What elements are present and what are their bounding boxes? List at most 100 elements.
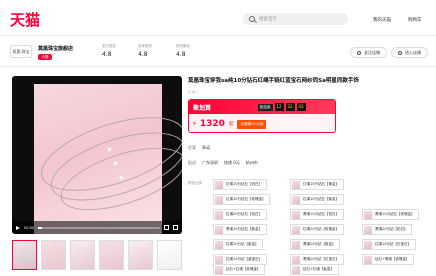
thumbnail[interactable] (70, 240, 95, 270)
option-swatch (364, 240, 372, 249)
option-label: 红绳10分钻石【玫瑰金】 (226, 197, 266, 201)
option-swatch (292, 210, 300, 219)
score-label: 物流服务 (176, 44, 190, 48)
product-video[interactable]: 00:00 (12, 76, 182, 234)
enter-shop-button[interactable]: 进入店铺 (391, 47, 428, 58)
ship-to[interactable]: 杭州市 (246, 160, 258, 166)
option-label: 钻石+红绳【玫瑰金】 (226, 267, 261, 271)
score-value: 4.8 (138, 51, 148, 58)
score-value: 4.8 (176, 51, 186, 58)
thumbnail[interactable] (157, 240, 182, 270)
diamond-icon (108, 148, 111, 151)
search-placeholder: 搜索宝贝 (259, 17, 277, 22)
coupon-badge[interactable]: 店铺满1200减 (237, 119, 267, 129)
thumbnail-strip (12, 240, 182, 270)
enter-shop-label: 进入店铺 (405, 50, 421, 55)
option-swatch (364, 255, 372, 264)
service-row: 优惠 承诺 (188, 145, 210, 151)
diamond-icon (114, 162, 117, 165)
option-label: 红绳10分钻石【铂白】 (226, 182, 262, 186)
score-description: 宝贝描述 4.8 (102, 44, 116, 58)
option-label: 黑绳20分钻【紫金】 (303, 242, 336, 246)
option-swatch (292, 255, 300, 264)
thumbnail[interactable] (99, 240, 124, 270)
video-progress[interactable] (38, 226, 160, 229)
product-title: 莫凰珠宝穿我sa纯10分钻石红绳手链红蓝宝石网纱同Sa明星同款手饰 (188, 78, 359, 84)
option-swatch (215, 240, 223, 249)
fullscreen-icon[interactable] (173, 225, 178, 230)
option[interactable]: 黑绳10分钻石【玫瑰金】 (362, 209, 420, 220)
follow-shop-button[interactable]: 关注店铺 (350, 47, 387, 58)
video-controls: 00:00 (12, 221, 182, 234)
option-swatch (215, 265, 223, 274)
option[interactable]: 钻石+红绳【紫金】 (290, 264, 339, 275)
product-sub: 月销 1 (188, 90, 199, 94)
countdown-hours: 12 (274, 103, 284, 111)
option[interactable]: 红绳20分钻石【铂白】 (213, 209, 267, 220)
heart-icon (357, 50, 361, 55)
countdown-minutes: 22 (285, 103, 295, 111)
shop-logo[interactable]: 莫凰·珠宝 (10, 45, 32, 58)
option-label: 钻石+黑绳【玫瑰金】 (375, 257, 410, 261)
option-label: 红绳20分钻【紫金】 (226, 242, 259, 246)
service-value[interactable]: 承诺 (202, 145, 210, 151)
option-swatch (364, 210, 372, 219)
play-icon[interactable] (16, 225, 20, 230)
countdown-seconds: 43 (296, 103, 306, 111)
option[interactable]: 钻石+黑绳【玫瑰金】 (362, 254, 415, 265)
option[interactable]: 红绳10分钻【红宝石】 (362, 239, 416, 250)
option-swatch (292, 265, 300, 274)
ship-from: 广东深圳 (202, 160, 218, 165)
option-label: 黑绳10分钻石【紫金】 (226, 227, 262, 231)
search-box[interactable]: 搜索宝贝 (243, 13, 348, 25)
option-label: 红绳20分钻石【铂白】 (226, 212, 262, 216)
shop-bar: 莫凰·珠宝 莫凰珠宝旗舰店 天猫 宝贝描述 4.8 卖家服务 4.8 物流服务 … (0, 37, 436, 67)
diamond-icon (120, 176, 123, 179)
shop-tag: 天猫 (38, 54, 52, 60)
price-currency: ¥ (193, 121, 196, 127)
my-tmall-link[interactable]: 我的天猫 (373, 17, 391, 23)
option-label: 红绳10分钻石【黄金】 (303, 182, 339, 186)
option[interactable]: 黑绳10分钻石【紫金】 (213, 224, 267, 235)
top-bar: 天猫 搜索宝贝 我的天猫 购物车 (0, 0, 436, 36)
option[interactable]: 红绳10分钻石【玫瑰金】 (213, 194, 271, 205)
promo-box: 聚划算 距结束 12 22 43 ¥ 1320 起 店铺满1200减 (188, 99, 336, 133)
option[interactable]: 红绳20分钻【紫金】 (213, 239, 264, 250)
option[interactable]: 红绳10分钻石【铂白】 (213, 179, 267, 190)
option[interactable]: 红绳10分钻石【黄金】 (290, 179, 344, 190)
option-swatch (364, 225, 372, 234)
option[interactable]: 红绳20分钻【玫瑰金】 (290, 224, 344, 235)
option-swatch (292, 195, 300, 204)
option-swatch (215, 255, 223, 264)
options-label: 颜色分类 (188, 181, 202, 185)
countdown: 距结束 12 22 43 (258, 103, 306, 111)
thumbnail[interactable] (12, 240, 37, 270)
thumbnail[interactable] (41, 240, 66, 270)
countdown-label: 距结束 (258, 103, 273, 111)
option-swatch (292, 180, 300, 189)
cart-link[interactable]: 购物车 (408, 17, 422, 23)
score-label: 宝贝描述 (102, 44, 116, 48)
option-label: 黑绳20分钻【红宝石】 (303, 257, 339, 261)
option[interactable]: 黑绳20分钻【紫金】 (290, 239, 341, 250)
score-logistics: 物流服务 4.8 (176, 44, 190, 58)
option-swatch (215, 180, 223, 189)
product-image (32, 84, 182, 234)
shop-name[interactable]: 莫凰珠宝旗舰店 (38, 45, 73, 52)
service-label: 优惠 (188, 145, 196, 150)
option-swatch (292, 225, 300, 234)
promo-label: 聚划算 (193, 104, 212, 112)
option[interactable]: 红绳10分钻石【紫金】 (290, 194, 344, 205)
option[interactable]: 黑绳10分钻石【铂白】 (290, 209, 344, 220)
volume-icon[interactable] (164, 225, 169, 230)
option-label: 黑绳20分钻【铂白】 (375, 227, 408, 231)
option-swatch (215, 195, 223, 204)
ship-fee: 快递 0元 (224, 160, 240, 165)
option[interactable]: 钻石+红绳【玫瑰金】 (213, 264, 266, 275)
option-swatch (292, 240, 300, 249)
option[interactable]: 黑绳20分钻【铂白】 (362, 224, 413, 235)
score-value: 4.8 (102, 51, 112, 58)
thumbnail[interactable] (128, 240, 153, 270)
follow-shop-label: 关注店铺 (364, 50, 380, 55)
tmall-logo[interactable]: 天猫 (10, 9, 40, 30)
